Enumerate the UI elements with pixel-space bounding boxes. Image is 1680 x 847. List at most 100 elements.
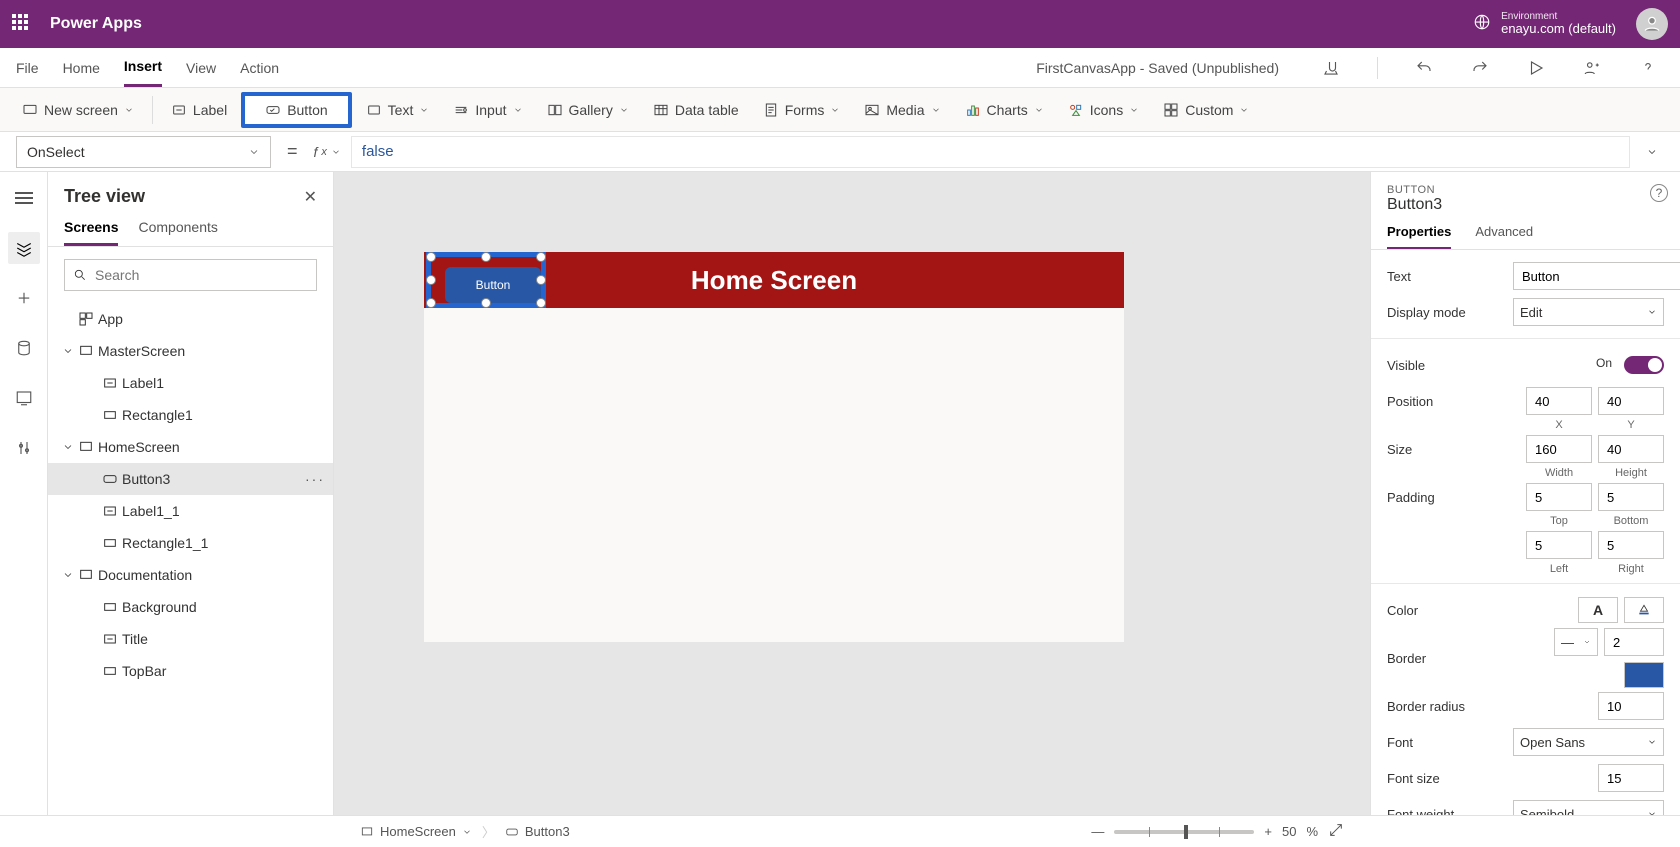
breadcrumb-screen[interactable]: HomeScreen xyxy=(360,824,472,839)
tree-item-topbar[interactable]: TopBar xyxy=(48,655,333,687)
rail-media[interactable] xyxy=(8,382,40,414)
prop-border-radius-input[interactable] xyxy=(1598,692,1664,720)
prop-pad-top-input[interactable] xyxy=(1526,483,1592,511)
selection-box[interactable]: Button xyxy=(426,252,546,308)
canvas-button3[interactable]: Button xyxy=(445,267,541,303)
rail-tree-view[interactable] xyxy=(8,232,40,264)
prop-font-color[interactable]: A xyxy=(1578,597,1618,623)
rail-insert[interactable] xyxy=(8,282,40,314)
menu-home[interactable]: Home xyxy=(63,48,100,87)
tree-item-button3[interactable]: Button3 ··· xyxy=(48,463,333,495)
canvas-area[interactable]: Home Screen Button xyxy=(334,172,1370,815)
resize-handle[interactable] xyxy=(426,252,436,262)
app-launcher-icon[interactable] xyxy=(12,14,32,34)
share-icon[interactable] xyxy=(1576,52,1608,84)
tree-item-label1[interactable]: Label1 xyxy=(48,367,333,399)
tree-item-title[interactable]: Title xyxy=(48,623,333,655)
prop-width-input[interactable] xyxy=(1526,435,1592,463)
insert-custom-menu[interactable]: Custom xyxy=(1153,98,1259,122)
resize-handle[interactable] xyxy=(426,275,436,285)
prop-height-input[interactable] xyxy=(1598,435,1664,463)
fit-to-window-icon[interactable] xyxy=(1328,822,1344,841)
property-dropdown[interactable]: OnSelect xyxy=(16,136,271,168)
screen-canvas[interactable]: Home Screen Button xyxy=(424,252,1124,642)
resize-handle[interactable] xyxy=(536,252,546,262)
tree-item-background[interactable]: Background xyxy=(48,591,333,623)
menu-file[interactable]: File xyxy=(16,48,39,87)
redo-icon[interactable] xyxy=(1464,52,1496,84)
zoom-plus[interactable]: + xyxy=(1264,824,1272,839)
menu-insert[interactable]: Insert xyxy=(124,48,162,87)
menu-action[interactable]: Action xyxy=(240,48,279,87)
chevron-down-icon[interactable] xyxy=(62,441,74,453)
breadcrumb-selection[interactable]: Button3 xyxy=(505,824,570,839)
user-avatar[interactable] xyxy=(1636,8,1668,40)
prop-pad-right-input[interactable] xyxy=(1598,531,1664,559)
environment-picker[interactable]: Environment enayu.com (default) xyxy=(1473,11,1616,36)
resize-handle[interactable] xyxy=(426,298,436,308)
tree-item-app[interactable]: App xyxy=(48,303,333,335)
new-screen-button[interactable]: New screen xyxy=(12,98,144,122)
prop-pos-y-input[interactable] xyxy=(1598,387,1664,415)
insert-forms-menu[interactable]: Forms xyxy=(753,98,851,122)
insert-label-button[interactable]: Label xyxy=(161,98,237,122)
chevron-down-icon[interactable] xyxy=(62,345,74,357)
fx-button[interactable]: fx xyxy=(314,144,341,160)
insert-charts-menu[interactable]: Charts xyxy=(955,98,1054,122)
resize-handle[interactable] xyxy=(536,298,546,308)
tab-components[interactable]: Components xyxy=(138,219,217,246)
prop-displaymode-select[interactable]: Edit xyxy=(1513,298,1664,326)
tree-item-label1-1[interactable]: Label1_1 xyxy=(48,495,333,527)
chevron-down-icon xyxy=(419,105,429,115)
prop-fill-color[interactable] xyxy=(1624,597,1664,623)
prop-border-color[interactable] xyxy=(1624,662,1664,688)
prop-font-select[interactable]: Open Sans xyxy=(1513,728,1664,756)
tree-close-icon[interactable]: ✕ xyxy=(304,187,317,207)
zoom-minus[interactable]: — xyxy=(1091,824,1104,839)
app-checker-icon[interactable] xyxy=(1315,52,1347,84)
prop-visible-toggle[interactable] xyxy=(1624,356,1664,374)
resize-handle[interactable] xyxy=(481,298,491,308)
rail-data[interactable] xyxy=(8,332,40,364)
tree-item-rectangle1[interactable]: Rectangle1 xyxy=(48,399,333,431)
formula-bar[interactable]: false xyxy=(351,136,1630,168)
more-options-icon[interactable]: ··· xyxy=(305,471,325,487)
tree-item-documentation[interactable]: Documentation xyxy=(48,559,333,591)
play-icon[interactable] xyxy=(1520,52,1552,84)
prop-fontsize-input[interactable] xyxy=(1598,764,1664,792)
prop-border-style[interactable]: — xyxy=(1554,628,1598,656)
prop-border-width-input[interactable] xyxy=(1604,628,1664,656)
prop-pad-left-input[interactable] xyxy=(1526,531,1592,559)
undo-icon[interactable] xyxy=(1408,52,1440,84)
insert-button-button[interactable]: Button xyxy=(241,92,351,128)
rail-advanced-tools[interactable] xyxy=(8,432,40,464)
insert-text-menu[interactable]: Ab Text xyxy=(356,98,440,122)
rail-hamburger[interactable] xyxy=(8,182,40,214)
prop-text-input[interactable] xyxy=(1513,262,1680,290)
insert-icons-menu[interactable]: Icons xyxy=(1058,98,1149,122)
properties-help-icon[interactable]: ? xyxy=(1650,184,1668,202)
prop-fontweight-select[interactable]: Semibold xyxy=(1513,800,1664,815)
insert-media-menu[interactable]: Media xyxy=(854,98,950,122)
zoom-slider[interactable] xyxy=(1114,830,1254,834)
prop-pad-bottom-input[interactable] xyxy=(1598,483,1664,511)
tree-search-input[interactable] xyxy=(64,259,317,291)
insert-gallery-menu[interactable]: Gallery xyxy=(537,98,639,122)
menu-view[interactable]: View xyxy=(186,48,216,87)
resize-handle[interactable] xyxy=(536,275,546,285)
tab-screens[interactable]: Screens xyxy=(64,219,118,246)
prop-pos-x-input[interactable] xyxy=(1526,387,1592,415)
prop-color-label: Color xyxy=(1387,603,1507,618)
formula-expand-icon[interactable] xyxy=(1640,146,1664,158)
insert-datatable-button[interactable]: Data table xyxy=(643,98,749,122)
tree-item-homescreen[interactable]: HomeScreen xyxy=(48,431,333,463)
tab-advanced[interactable]: Advanced xyxy=(1475,224,1533,249)
tree-item-rectangle1-1[interactable]: Rectangle1_1 xyxy=(48,527,333,559)
resize-handle[interactable] xyxy=(481,252,491,262)
help-icon[interactable] xyxy=(1632,52,1664,84)
chevron-down-icon[interactable] xyxy=(62,569,74,581)
tree-item-masterscreen[interactable]: MasterScreen xyxy=(48,335,333,367)
tab-properties[interactable]: Properties xyxy=(1387,224,1451,249)
tree-search-field[interactable] xyxy=(95,267,308,283)
insert-input-menu[interactable]: Input xyxy=(443,98,532,122)
